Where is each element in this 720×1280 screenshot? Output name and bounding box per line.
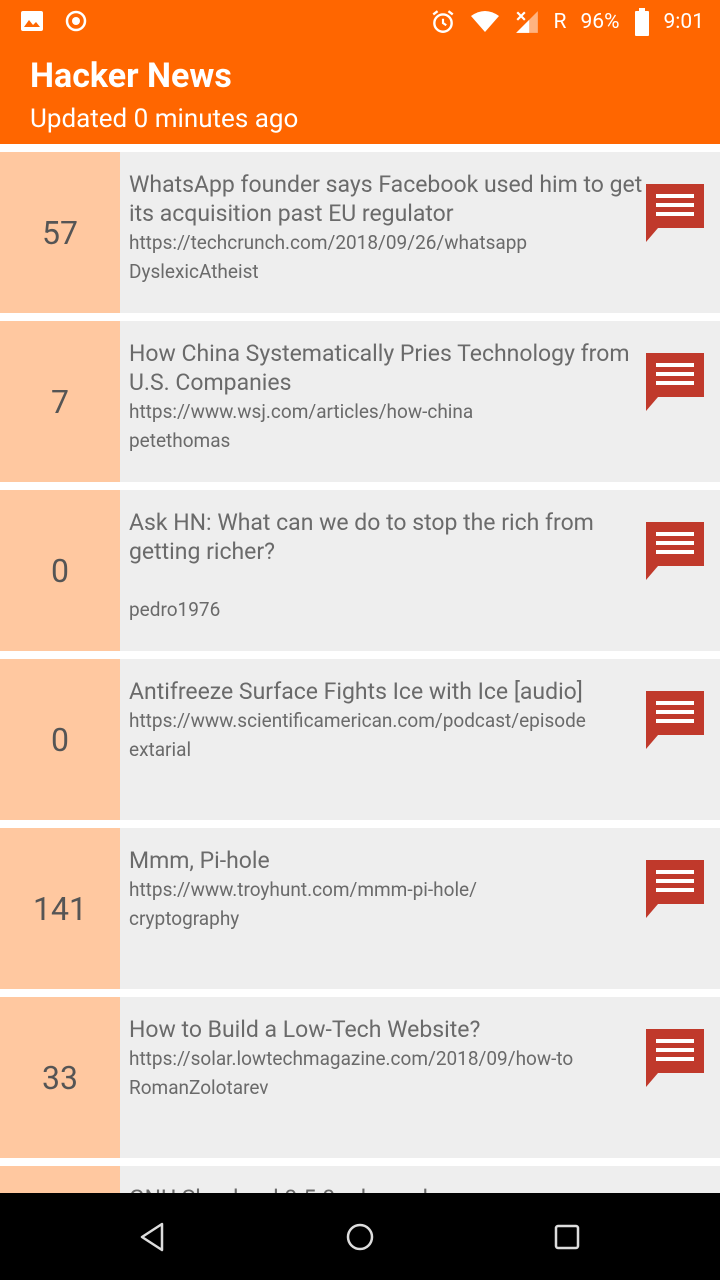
list-item[interactable]: 57 WhatsApp founder says Facebook used h…	[0, 152, 720, 313]
story-title[interactable]: Ask HN: What can we do to stop the rich …	[129, 508, 644, 566]
battery-percent: 96%	[580, 10, 620, 34]
signal-icon	[515, 11, 538, 33]
story-title[interactable]: WhatsApp founder says Facebook used him …	[129, 170, 644, 228]
story-list[interactable]: 57 WhatsApp founder says Facebook used h…	[0, 144, 720, 1193]
status-bar: R 96% 9:01	[0, 0, 720, 46]
story-author: pedro1976	[129, 598, 221, 621]
story-url[interactable]: https://techcrunch.com/2018/09/26/whatsa…	[129, 228, 644, 257]
alarm-icon	[432, 10, 454, 33]
comment-icon[interactable]	[644, 182, 706, 244]
story-author: petethomas	[129, 429, 231, 452]
story-author: RomanZolotarev	[129, 1076, 269, 1099]
carrier-label: R	[553, 10, 567, 34]
story-title[interactable]: Mmm, Pi-hole	[129, 846, 644, 875]
story-url[interactable]: https://solar.lowtechmagazine.com/2018/0…	[129, 1044, 644, 1073]
page-subtitle: Updated 0 minutes ago	[30, 104, 299, 134]
recents-icon[interactable]	[551, 1221, 583, 1253]
list-item[interactable]: GNU Shepherd 0.5.0 released	[0, 1166, 720, 1193]
story-url[interactable]: https://www.wsj.com/articles/how-china	[129, 397, 644, 426]
score-badge: 0	[0, 490, 120, 651]
list-item[interactable]: 0 Antifreeze Surface Fights Ice with Ice…	[0, 659, 720, 820]
story-title[interactable]: Antifreeze Surface Fights Ice with Ice […	[129, 677, 644, 706]
story-title[interactable]: How China Systematically Pries Technolog…	[129, 339, 644, 397]
score-badge: 33	[0, 997, 120, 1158]
story-url[interactable]: https://www.troyhunt.com/mmm-pi-hole/	[129, 875, 644, 904]
back-icon[interactable]	[136, 1221, 168, 1253]
score-badge: 141	[0, 828, 120, 989]
comment-icon[interactable]	[644, 1027, 706, 1089]
list-item[interactable]: 141 Mmm, Pi-hole https://www.troyhunt.co…	[0, 828, 720, 989]
story-author: extarial	[129, 738, 192, 761]
story-title[interactable]: How to Build a Low-Tech Website?	[129, 1015, 644, 1044]
story-url[interactable]	[129, 566, 644, 595]
battery-icon	[634, 8, 649, 36]
score-badge: 57	[0, 152, 120, 313]
story-url[interactable]: https://www.scientificamerican.com/podca…	[129, 706, 644, 735]
list-item[interactable]: 0 Ask HN: What can we do to stop the ric…	[0, 490, 720, 651]
wifi-icon	[470, 11, 499, 32]
story-author: DyslexicAtheist	[129, 260, 259, 283]
navigation-bar	[0, 1193, 720, 1280]
list-item[interactable]: 33 How to Build a Low-Tech Website? http…	[0, 997, 720, 1158]
gallery-icon	[21, 11, 43, 31]
story-title[interactable]: GNU Shepherd 0.5.0 released	[129, 1184, 644, 1193]
home-icon[interactable]	[344, 1221, 376, 1253]
score-badge: 7	[0, 321, 120, 482]
comment-icon[interactable]	[644, 520, 706, 582]
record-icon	[65, 10, 87, 32]
list-item[interactable]: 7 How China Systematically Pries Technol…	[0, 321, 720, 482]
page-title: Hacker News	[30, 56, 232, 96]
clock: 9:01	[663, 10, 705, 34]
comment-icon[interactable]	[644, 689, 706, 751]
comment-icon[interactable]	[644, 351, 706, 413]
score-badge: 0	[0, 659, 120, 820]
score-badge	[0, 1166, 120, 1193]
app-bar: Hacker News Updated 0 minutes ago	[0, 46, 720, 144]
comment-icon[interactable]	[644, 858, 706, 920]
story-author: cryptography	[129, 907, 240, 930]
